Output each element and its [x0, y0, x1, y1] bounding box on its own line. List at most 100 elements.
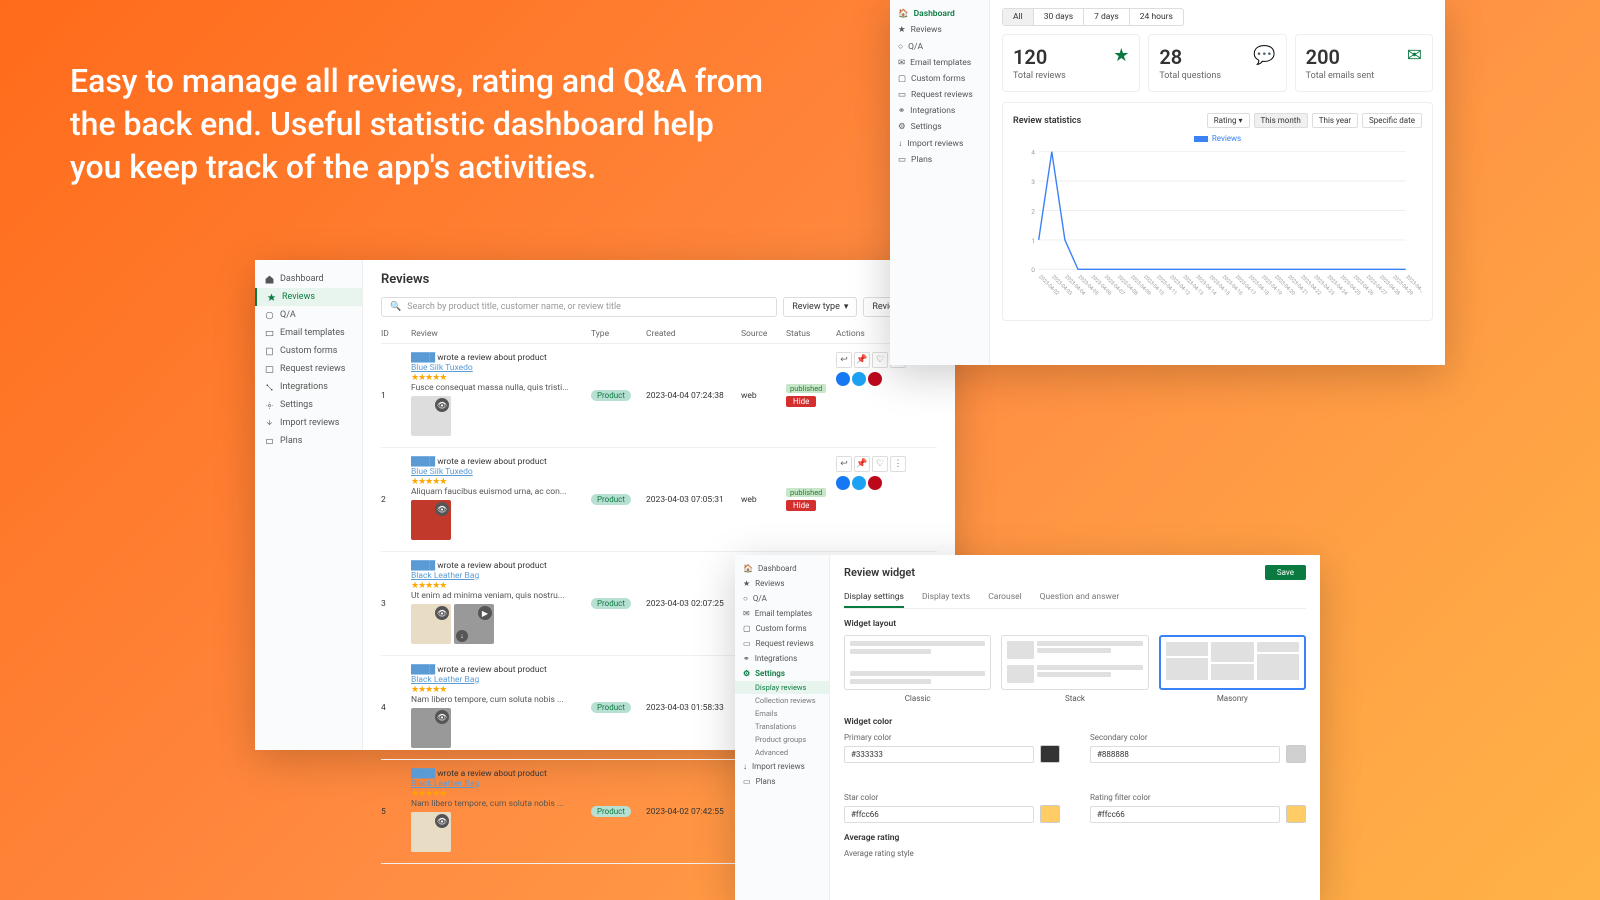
save-button[interactable]: Save	[1265, 565, 1306, 580]
nav-settings[interactable]: Settings	[255, 396, 362, 414]
review-thumbnail[interactable]: 👁	[411, 604, 451, 644]
tab-qa[interactable]: Question and answer	[1040, 588, 1120, 608]
secondary-swatch[interactable]	[1286, 745, 1306, 763]
nav-dashboard[interactable]: Dashboard	[255, 270, 362, 288]
subnav-translations[interactable]: Translations	[735, 720, 829, 733]
nav-qa[interactable]: ○ Q/A	[890, 38, 989, 55]
product-link[interactable]: Black Leather Bag	[411, 675, 479, 685]
nav-integrations[interactable]: Integrations	[255, 378, 362, 396]
filter-date[interactable]: Specific date	[1362, 113, 1422, 128]
product-link[interactable]: Black Leather Bag	[411, 779, 479, 789]
tab-7[interactable]: 7 days	[1084, 9, 1130, 25]
line-chart: 012342023-04-022023-04-032023-04-042023-…	[1013, 147, 1422, 307]
nav-import[interactable]: Import reviews	[255, 414, 362, 432]
layout-stack[interactable]: Stack	[1001, 635, 1148, 703]
nav-integrations[interactable]: ⚭ Integrations	[890, 103, 989, 119]
tab-24[interactable]: 24 hours	[1130, 9, 1183, 25]
nav-integrations[interactable]: ⚭ Integrations	[735, 651, 829, 666]
subnav-groups[interactable]: Product groups	[735, 733, 829, 746]
heart-icon[interactable]: ♡	[872, 456, 888, 472]
pin-icon[interactable]: 📌	[854, 456, 870, 472]
subnav-display[interactable]: Display reviews	[735, 681, 829, 694]
nav-reviews[interactable]: ★ Reviews	[890, 22, 989, 38]
author-link[interactable]: ████	[411, 457, 435, 467]
nav-email[interactable]: ✉ Email templates	[735, 606, 829, 621]
author-link[interactable]: ████	[411, 561, 435, 571]
tab-all[interactable]: All	[1003, 9, 1034, 25]
nav-dashboard[interactable]: 🏠 Dashboard	[890, 6, 989, 22]
tab-display-settings[interactable]: Display settings	[844, 588, 904, 608]
filter-rating[interactable]: Rating ▾	[1207, 113, 1250, 128]
more-icon[interactable]: ⋮	[890, 456, 906, 472]
layout-masonry[interactable]: Masonry	[1159, 635, 1306, 703]
star-color-input[interactable]: #ffcc66	[844, 806, 1034, 823]
reply-icon[interactable]: ↩	[836, 456, 852, 472]
nav-email[interactable]: ✉ Email templates	[890, 55, 989, 71]
star-rating: ★★★★★	[411, 685, 591, 695]
subnav-collection[interactable]: Collection reviews	[735, 694, 829, 707]
nav-plans[interactable]: Plans	[255, 432, 362, 450]
tab-30[interactable]: 30 days	[1034, 9, 1084, 25]
filter-color-input[interactable]: #ffcc66	[1090, 806, 1280, 823]
nav-settings[interactable]: ⚙ Settings	[890, 119, 989, 135]
nav-request[interactable]: ▭ Request reviews	[735, 636, 829, 651]
review-thumbnail[interactable]: 👁	[411, 708, 451, 748]
nav-import[interactable]: ↓ Import reviews	[735, 759, 829, 774]
primary-color-input[interactable]: #333333	[844, 746, 1034, 763]
nav-dashboard[interactable]: 🏠 Dashboard	[735, 561, 829, 576]
facebook-icon[interactable]	[836, 372, 850, 386]
nav-request[interactable]: Request reviews	[255, 360, 362, 378]
review-thumbnail[interactable]: 👁	[411, 396, 451, 436]
product-link[interactable]: Black Leather Bag	[411, 571, 479, 581]
pin-icon[interactable]: 📌	[854, 352, 870, 368]
hide-button[interactable]: Hide	[786, 396, 816, 407]
primary-swatch[interactable]	[1040, 745, 1060, 763]
pinterest-icon[interactable]	[868, 476, 882, 490]
filter-swatch[interactable]	[1286, 805, 1306, 823]
twitter-icon[interactable]	[852, 476, 866, 490]
review-thumbnail[interactable]: 👁	[411, 500, 451, 540]
dashboard-panel: 🏠 Dashboard ★ Reviews ○ Q/A ✉ Email temp…	[890, 0, 1445, 365]
review-type-filter[interactable]: Review type ▾	[783, 297, 857, 317]
product-link[interactable]: Blue Silk Tuxedo	[411, 363, 473, 373]
twitter-icon[interactable]	[852, 372, 866, 386]
nav-reviews[interactable]: Reviews	[255, 288, 362, 306]
secondary-color-input[interactable]: #888888	[1090, 746, 1280, 763]
subnav-advanced[interactable]: Advanced	[735, 746, 829, 759]
review-thumbnail[interactable]: 👁	[411, 812, 451, 852]
author-link[interactable]: ████	[411, 665, 435, 675]
star-swatch[interactable]	[1040, 805, 1060, 823]
heart-icon[interactable]: ♡	[872, 352, 888, 368]
nav-plans[interactable]: ▭ Plans	[890, 152, 989, 168]
nav-email[interactable]: Email templates	[255, 324, 362, 342]
facebook-icon[interactable]	[836, 476, 850, 490]
nav-qa[interactable]: Q/A	[255, 306, 362, 324]
tab-carousel[interactable]: Carousel	[988, 588, 1021, 608]
author-link[interactable]: ████	[411, 769, 435, 779]
filter-month[interactable]: This month	[1254, 113, 1308, 128]
svg-text:3: 3	[1031, 178, 1035, 186]
search-input[interactable]: 🔍Search by product title, customer name,…	[381, 297, 777, 317]
author-link[interactable]: ████	[411, 353, 435, 363]
search-icon: 🔍	[390, 302, 401, 312]
layout-classic[interactable]: Classic	[844, 635, 991, 703]
filter-year[interactable]: This year	[1312, 113, 1358, 128]
nav-plans[interactable]: ▭ Plans	[735, 774, 829, 789]
nav-qa[interactable]: ○ Q/A	[735, 591, 829, 606]
nav-forms[interactable]: Custom forms	[255, 342, 362, 360]
subnav-emails[interactable]: Emails	[735, 707, 829, 720]
hide-button[interactable]: Hide	[786, 500, 816, 511]
nav-reviews[interactable]: ★ Reviews	[735, 576, 829, 591]
product-link[interactable]: Blue Silk Tuxedo	[411, 467, 473, 477]
nav-forms[interactable]: ▢ Custom forms	[890, 71, 989, 87]
tab-display-texts[interactable]: Display texts	[922, 588, 970, 608]
nav-forms[interactable]: ▢ Custom forms	[735, 621, 829, 636]
nav-import[interactable]: ↓ Import reviews	[890, 135, 989, 152]
nav-request[interactable]: ▭ Request reviews	[890, 87, 989, 103]
nav-settings[interactable]: ⚙ Settings	[735, 666, 829, 681]
sidebar: 🏠 Dashboard ★ Reviews ○ Q/A ✉ Email temp…	[735, 555, 830, 900]
sidebar: 🏠 Dashboard ★ Reviews ○ Q/A ✉ Email temp…	[890, 0, 990, 365]
pinterest-icon[interactable]	[868, 372, 882, 386]
reply-icon[interactable]: ↩	[836, 352, 852, 368]
stat-reviews: 120 Total reviews ★	[1002, 34, 1140, 92]
